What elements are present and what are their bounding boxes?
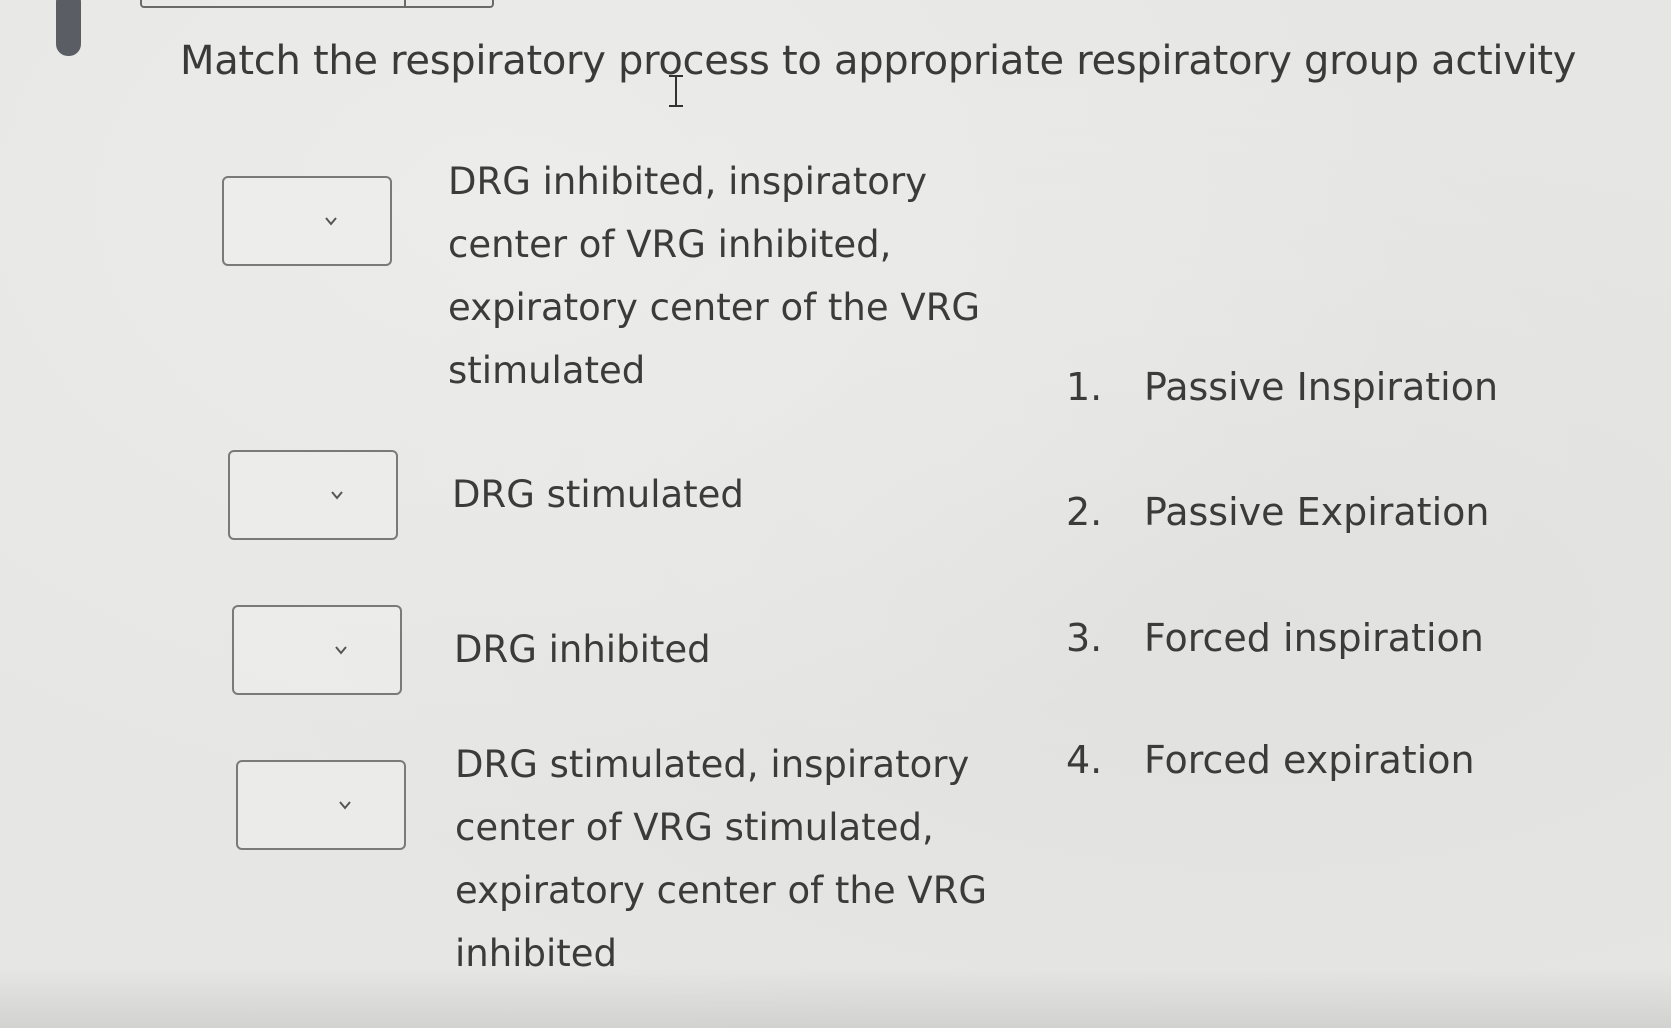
match-select-3[interactable] bbox=[232, 605, 402, 695]
chevron-down-icon bbox=[335, 646, 347, 655]
premise-1-line-3: expiratory center of the VRG bbox=[448, 286, 981, 329]
text-cursor-icon bbox=[668, 72, 684, 112]
answer-number: 1. bbox=[1066, 365, 1103, 409]
premise-4-line-1: DRG stimulated, inspiratory bbox=[455, 743, 970, 786]
match-select-2[interactable] bbox=[228, 450, 398, 540]
scrollbar-thumb[interactable] bbox=[56, 0, 81, 56]
premise-2-line-1: DRG stimulated bbox=[452, 473, 744, 516]
answer-item-3: 3. Forced inspiration bbox=[1066, 616, 1484, 660]
premise-1-line-4: stimulated bbox=[448, 349, 646, 392]
premise-2-text: DRG stimulated bbox=[452, 463, 744, 526]
answer-number: 3. bbox=[1066, 616, 1103, 660]
premise-3-text: DRG inhibited bbox=[454, 618, 711, 681]
premise-1-line-1: DRG inhibited, inspiratory bbox=[448, 160, 928, 203]
answer-number: 2. bbox=[1066, 490, 1103, 534]
bottom-shade bbox=[0, 968, 1671, 1028]
chevron-down-icon bbox=[325, 217, 337, 226]
chevron-down-icon bbox=[339, 801, 351, 810]
match-select-4[interactable] bbox=[236, 760, 406, 850]
premise-1-line-2: center of VRG inhibited, bbox=[448, 223, 892, 266]
answer-item-1: 1. Passive Inspiration bbox=[1066, 365, 1498, 409]
answer-item-2: 2. Passive Expiration bbox=[1066, 490, 1489, 534]
answer-label: Passive Inspiration bbox=[1144, 365, 1499, 409]
premise-4-line-3: expiratory center of the VRG bbox=[455, 869, 988, 912]
match-select-1[interactable] bbox=[222, 176, 392, 266]
answer-item-4: 4. Forced expiration bbox=[1066, 738, 1475, 782]
question-title: Match the respiratory process to appropr… bbox=[180, 38, 1577, 84]
answer-label: Forced inspiration bbox=[1144, 616, 1484, 660]
tab-divider bbox=[404, 0, 406, 6]
chevron-down-icon bbox=[331, 491, 343, 500]
premise-4-line-2: center of VRG stimulated, bbox=[455, 806, 934, 849]
premise-3-line-1: DRG inhibited bbox=[454, 628, 711, 671]
premise-4-text: DRG stimulated, inspiratory center of VR… bbox=[455, 733, 987, 985]
answer-label: Passive Expiration bbox=[1144, 490, 1490, 534]
premise-1-text: DRG inhibited, inspiratory center of VRG… bbox=[448, 150, 980, 402]
answer-number: 4. bbox=[1066, 738, 1103, 782]
answer-label: Forced expiration bbox=[1144, 738, 1475, 782]
top-tab-outline bbox=[140, 0, 494, 8]
